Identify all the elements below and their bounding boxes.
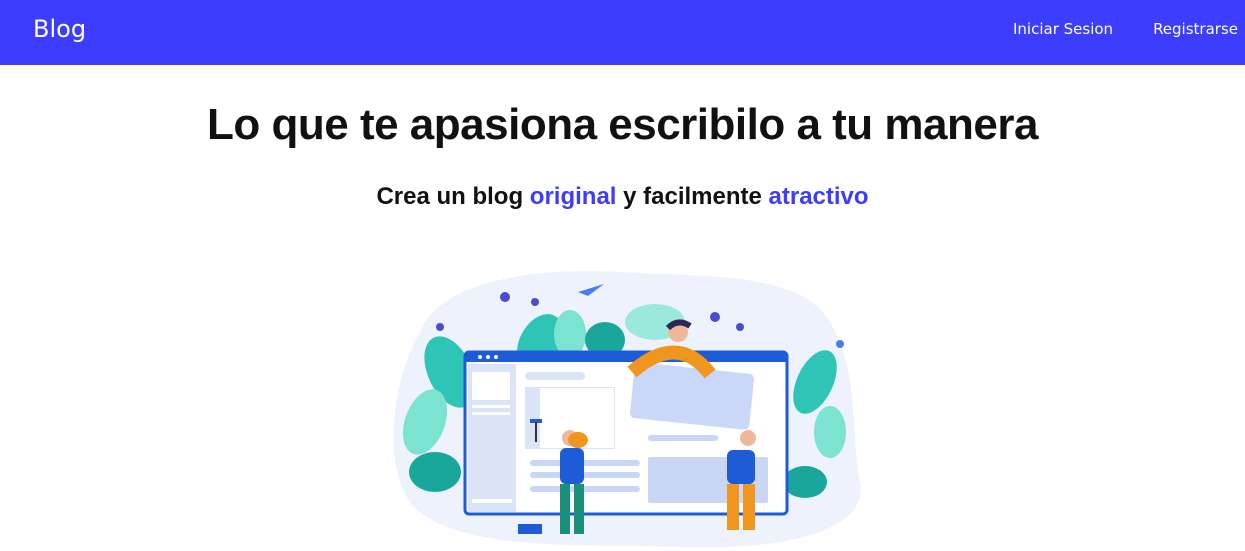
subtitle-accent-original: original — [529, 183, 617, 210]
subtitle-accent-atractivo: atractivo — [768, 183, 869, 210]
nav-links: Iniciar Sesion Registrarse — [1013, 20, 1238, 38]
brand-logo[interactable]: Blog — [33, 15, 86, 43]
register-link[interactable]: Registrarse — [1153, 20, 1238, 38]
subtitle-text-2: y facilmente — [616, 183, 769, 210]
page-title: Lo que te apasiona escribilo a tu manera — [207, 100, 1038, 149]
navbar: Blog Iniciar Sesion Registrarse — [0, 0, 1245, 65]
website-building-illustration — [393, 271, 861, 548]
page-subtitle: Crea un blog original y facilmente atrac… — [0, 183, 1245, 211]
login-link[interactable]: Iniciar Sesion — [1013, 20, 1113, 38]
subtitle-text-1: Crea un blog — [376, 183, 530, 210]
